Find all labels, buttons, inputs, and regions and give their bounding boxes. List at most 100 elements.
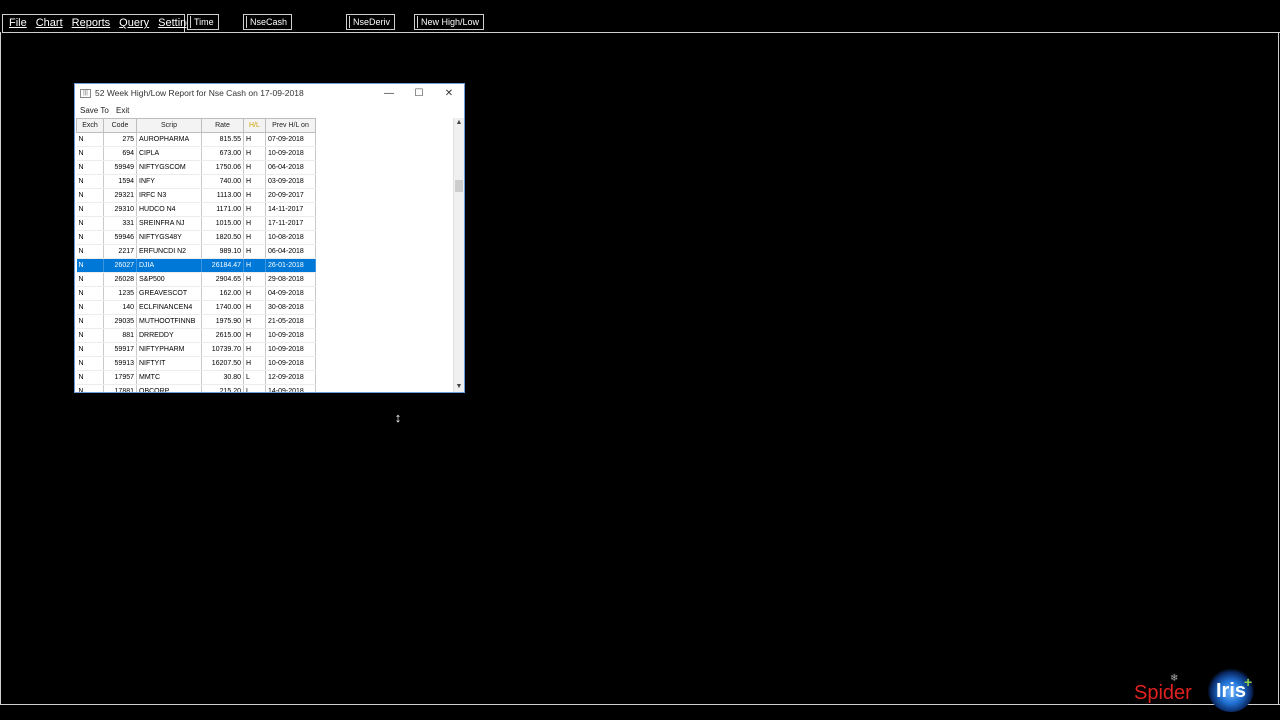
table-row[interactable]: N 2217 ERFUNCDI N2 989.10 H 06-04-2018 [76, 244, 316, 259]
cell-rate: 989.10 [201, 244, 244, 259]
frame-right-border [1278, 32, 1279, 704]
cell-exch: N [76, 216, 104, 231]
cell-exch: N [76, 160, 104, 175]
menu-reports[interactable]: Reports [66, 15, 114, 32]
report-grid[interactable]: Exch Code Scrip Rate H/L Prev H/L on N 27… [76, 118, 453, 392]
cell-scrip: NIFTYPHARM [136, 342, 202, 357]
table-row[interactable]: N 881 DRREDDY 2615.00 H 10-09-2018 [76, 328, 316, 343]
cell-rate: 30.80 [201, 370, 244, 385]
cell-hl: H [243, 328, 266, 343]
menu-file[interactable]: File [3, 15, 30, 32]
cell-prev: 10-09-2018 [265, 356, 316, 371]
cell-rate: 1750.06 [201, 160, 244, 175]
new-high-low-button[interactable]: New High/Low [414, 14, 485, 30]
col-header-code[interactable]: Code [103, 118, 137, 133]
table-row[interactable]: N 140 ECLFINANCEN4 1740.00 H 30-08-2018 [76, 300, 316, 315]
cell-code: 331 [103, 216, 137, 231]
report-menubar: Save To Exit [75, 105, 464, 118]
report-title: 52 Week High/Low Report for Nse Cash on … [95, 88, 304, 98]
table-row[interactable]: N 1235 GREAVESCOT 162.00 H 04-09-2018 [76, 286, 316, 301]
cell-rate: 1820.50 [201, 230, 244, 245]
cell-hl: H [243, 300, 266, 315]
close-icon[interactable]: ✕ [434, 86, 464, 102]
cell-scrip: SREINFRA NJ [136, 216, 202, 231]
cell-rate: 16207.50 [201, 356, 244, 371]
table-row[interactable]: N 275 AUROPHARMA 815.55 H 07-09-2018 [76, 132, 316, 147]
cell-prev: 14-09-2018 [265, 384, 316, 392]
col-header-prev[interactable]: Prev H/L on [265, 118, 316, 133]
cell-hl: H [243, 216, 266, 231]
cell-scrip: NIFTYGS48Y [136, 230, 202, 245]
cell-prev: 10-09-2018 [265, 146, 316, 161]
table-row[interactable]: N 29321 IRFC N3 1113.00 H 20-09-2017 [76, 188, 316, 203]
scroll-thumb[interactable] [455, 180, 463, 192]
cell-hl: H [243, 174, 266, 189]
cell-code: 1235 [103, 286, 137, 301]
cell-exch: N [76, 300, 104, 315]
report-titlebar[interactable]: ||| 52 Week High/Low Report for Nse Cash… [75, 84, 464, 104]
cell-exch: N [76, 342, 104, 357]
nsecash-button[interactable]: NseCash [243, 14, 293, 30]
cell-scrip: GREAVESCOT [136, 286, 202, 301]
cell-hl: L [243, 370, 266, 385]
cell-exch: N [76, 188, 104, 203]
cell-prev: 06-04-2018 [265, 160, 316, 175]
cell-scrip: INFY [136, 174, 202, 189]
menu-chart[interactable]: Chart [30, 15, 66, 32]
col-header-rate[interactable]: Rate [201, 118, 244, 133]
cell-scrip: AUROPHARMA [136, 132, 202, 147]
col-header-exch[interactable]: Exch [76, 118, 104, 133]
cell-prev: 10-09-2018 [265, 328, 316, 343]
table-row[interactable]: N 331 SREINFRA NJ 1015.00 H 17-11-2017 [76, 216, 316, 231]
cell-scrip: IRFC N3 [136, 188, 202, 203]
scroll-up-icon[interactable]: ▲ [454, 118, 464, 128]
time-button[interactable]: Time [187, 14, 219, 30]
menu-query[interactable]: Query [113, 15, 152, 32]
cell-code: 17881 [103, 384, 137, 392]
cell-hl: H [243, 314, 266, 329]
table-row[interactable]: N 59946 NIFTYGS48Y 1820.50 H 10-08-2018 [76, 230, 316, 245]
cell-scrip: NIFTYGSCOM [136, 160, 202, 175]
cell-hl: H [243, 286, 266, 301]
table-row[interactable]: N 17957 MMTC 30.80 L 12-09-2018 [76, 370, 316, 385]
cell-code: 29310 [103, 202, 137, 217]
cell-exch: N [76, 202, 104, 217]
report-window-icon: ||| [80, 89, 91, 98]
table-row[interactable]: N 29035 MUTHOOTFINNB 1975.90 H 21-05-2018 [76, 314, 316, 329]
hl-sort-icon: H/L [249, 122, 260, 129]
cell-code: 59949 [103, 160, 137, 175]
cell-code: 29321 [103, 188, 137, 203]
table-row[interactable]: N 1594 INFY 740.00 H 03-09-2018 [76, 174, 316, 189]
cell-hl: H [243, 188, 266, 203]
table-row[interactable]: N 26027 DJIA 26184.47 H 26-01-2018 [76, 258, 316, 273]
table-row[interactable]: N 59913 NIFTYIT 16207.50 H 10-09-2018 [76, 356, 316, 371]
exit-menu[interactable]: Exit [116, 106, 129, 115]
cell-prev: 04-09-2018 [265, 286, 316, 301]
minimize-icon[interactable]: — [374, 86, 404, 102]
scroll-down-icon[interactable]: ▼ [454, 382, 464, 392]
frame-bottom-border [0, 704, 1280, 705]
col-header-hl[interactable]: H/L [243, 118, 266, 133]
cell-code: 694 [103, 146, 137, 161]
table-row[interactable]: N 17881 OBCORP 215.20 L 14-09-2018 [76, 384, 316, 392]
nsederiv-button[interactable]: NseDeriv [346, 14, 396, 30]
table-row[interactable]: N 59917 NIFTYPHARM 10739.70 H 10-09-2018 [76, 342, 316, 357]
save-to-menu[interactable]: Save To [80, 106, 109, 115]
maximize-icon[interactable]: ☐ [404, 86, 434, 102]
cell-exch: N [76, 314, 104, 329]
table-row[interactable]: N 26028 S&P500 2904.65 H 29-08-2018 [76, 272, 316, 287]
cell-hl: H [243, 258, 266, 273]
table-row[interactable]: N 29310 HUDCO N4 1171.00 H 14-11-2017 [76, 202, 316, 217]
cell-rate: 2615.00 [201, 328, 244, 343]
table-row[interactable]: N 59949 NIFTYGSCOM 1750.06 H 06-04-2018 [76, 160, 316, 175]
cell-scrip: DJIA [136, 258, 202, 273]
cell-code: 59917 [103, 342, 137, 357]
frame-left-border [0, 32, 1, 704]
vertical-scrollbar[interactable]: ▲ ▼ [453, 118, 464, 392]
col-header-scrip[interactable]: Scrip [136, 118, 202, 133]
table-row[interactable]: N 694 CIPLA 673.00 H 10-09-2018 [76, 146, 316, 161]
report-table: Exch Code Scrip Rate H/L Prev H/L on N 27… [76, 118, 316, 392]
cell-exch: N [76, 286, 104, 301]
cell-hl: H [243, 146, 266, 161]
cell-hl: H [243, 356, 266, 371]
